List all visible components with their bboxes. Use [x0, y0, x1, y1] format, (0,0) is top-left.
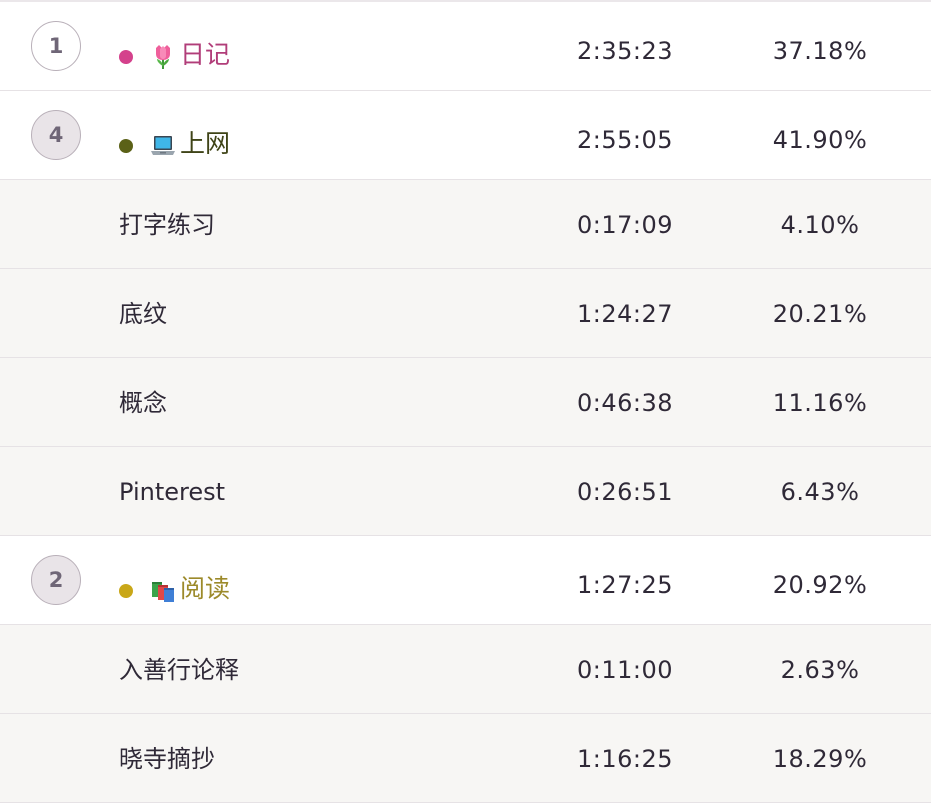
duration: 0:11:00 [576, 656, 674, 684]
category-color-dot [119, 584, 133, 598]
percentage: 41.90% [772, 126, 868, 154]
percentage: 4.10% [780, 211, 860, 239]
category-row-internet[interactable]: 4 上网 2:55:05 41.90% [0, 91, 931, 180]
subitem-row[interactable]: 打字练习 0:17:09 4.10% [0, 180, 931, 269]
duration: 1:24:27 [576, 300, 674, 328]
percentage: 18.29% [772, 745, 868, 773]
category-name: 日记 [180, 40, 231, 69]
rank-badge: 1 [31, 21, 81, 71]
subitem-name: 入善行论释 [119, 656, 239, 684]
category-name: 上网 [180, 129, 231, 158]
duration: 0:26:51 [576, 478, 674, 506]
duration: 0:17:09 [576, 211, 674, 239]
duration: 1:27:25 [576, 571, 674, 599]
percentage: 20.92% [772, 571, 868, 599]
activity-time-table: 1 日记 2:35:23 37.18% 4 上网 2:55:05 41.90% … [0, 0, 931, 810]
subitem-row[interactable]: 入善行论释 0:11:00 2.63% [0, 625, 931, 714]
rank-badge: 2 [31, 555, 81, 605]
duration: 1:16:25 [576, 745, 674, 773]
subitem-row[interactable]: 晓寺摘抄 1:16:25 18.29% [0, 714, 931, 803]
category-row-reading[interactable]: 2 阅读 1:27:25 20.92% [0, 536, 931, 625]
percentage: 11.16% [772, 389, 868, 417]
subitem-name: 打字练习 [119, 211, 215, 239]
percentage: 6.43% [780, 478, 860, 506]
subitem-name: 底纹 [119, 300, 167, 328]
duration: 2:35:23 [576, 37, 674, 65]
duration: 2:55:05 [576, 126, 674, 154]
percentage: 37.18% [772, 37, 868, 65]
books-icon [152, 582, 174, 602]
percentage: 2.63% [780, 656, 860, 684]
category-name: 阅读 [180, 574, 231, 603]
subitem-row[interactable]: 底纹 1:24:27 20.21% [0, 269, 931, 358]
category-color-dot [119, 50, 133, 64]
subitem-row[interactable]: 概念 0:46:38 11.16% [0, 358, 931, 447]
rank-badge: 4 [31, 110, 81, 160]
subitem-row[interactable]: Pinterest 0:26:51 6.43% [0, 447, 931, 536]
subitem-name: 晓寺摘抄 [119, 745, 215, 773]
tulip-icon [156, 45, 170, 69]
category-row-diary[interactable]: 1 日记 2:35:23 37.18% [0, 2, 931, 91]
laptop-icon [151, 136, 175, 155]
duration: 0:46:38 [576, 389, 674, 417]
subitem-name: 概念 [119, 389, 167, 417]
category-color-dot [119, 139, 133, 153]
subitem-name: Pinterest [119, 478, 226, 506]
percentage: 20.21% [772, 300, 868, 328]
